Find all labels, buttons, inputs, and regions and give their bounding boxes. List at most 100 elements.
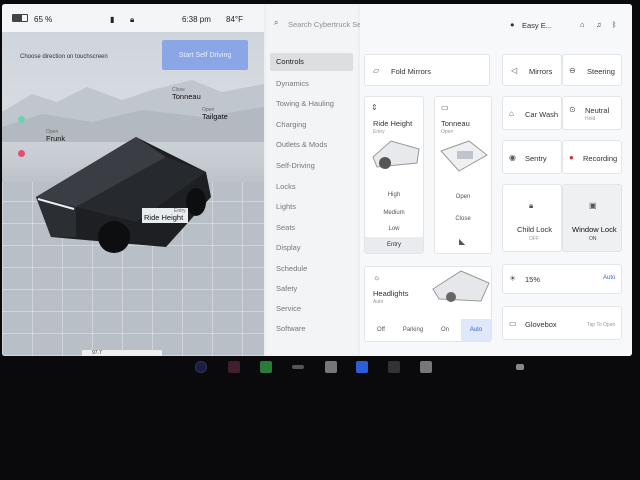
neutral-button[interactable]: ⊙ Neutral Hold [562,96,622,130]
home-icon: ⌂ [580,20,585,29]
touchscreen-hint: Choose direction on touchscreen [20,54,108,60]
tonneau-open[interactable]: Open [435,189,491,205]
window-lock-sub: ON [589,236,597,242]
fold-mirrors-button[interactable]: ▱ Fold Mirrors [364,54,490,86]
menu-item-lights[interactable]: Lights [276,202,296,211]
window-lock-icon: ▣ [589,201,597,210]
ride-height-card: ⇕ Ride Height Entry High Medium Low Entr… [364,96,424,254]
cybertruck-model[interactable] [16,127,242,257]
mirror-icon: ▱ [373,66,380,75]
menu-item-schedule[interactable]: Schedule [276,264,307,273]
car-wash-icon: ⌂ [509,109,514,118]
start-self-driving-button[interactable]: Start Self Driving [162,40,248,70]
menu-item-locks[interactable]: Locks [276,182,296,191]
status-bar: 65 % ▮ 🔒︎ 6:38 pm 84°F [2,4,264,32]
ride-height-control[interactable]: Entry Ride Height [142,208,188,224]
brightness-value: 15% [525,275,541,284]
headlights-truck-image [432,270,490,302]
tonneau-stop-icon[interactable]: ◣ [459,237,465,246]
phone-icon[interactable] [420,361,432,373]
steering-wheel-icon: ⊖ [569,66,576,75]
taskbar [0,356,640,380]
tailgate-control[interactable]: Open Tailgate [202,107,228,121]
headlights-off[interactable]: Off [365,319,397,341]
headlights-on[interactable]: On [429,319,461,341]
headlights-title: Headlights [373,289,409,298]
headlights-sub: Auto [373,299,384,305]
menu-item-seats[interactable]: Seats [276,223,295,232]
tonneau-close[interactable]: Close [435,211,491,227]
car-wash-button[interactable]: ⌂ Car Wash [502,96,562,130]
steering-button[interactable]: ⊖ Steering [562,54,622,86]
clock: 6:38 pm [182,15,211,24]
sentry-icon: ◉ [509,153,516,162]
manual-icon[interactable] [325,361,337,373]
steering-label: Steering [587,67,615,76]
vehicle-3d-view[interactable]: Choose direction on touchscreen Start Se… [2,32,264,356]
profile-name[interactable]: Easy E... [522,21,552,30]
mirrors-label: Mirrors [529,67,553,76]
headlights-card: ☼ Headlights Auto Off Parking On Auto [364,266,492,342]
tonneau-icon: ▭ [441,103,449,112]
ride-height-truck-image [372,140,420,169]
menu-item-charging[interactable]: Charging [276,120,306,129]
volume-icon[interactable] [516,364,524,370]
car-wash-label: Car Wash [525,110,559,119]
menu-item-display[interactable]: Display [276,243,301,252]
menu-item-software[interactable]: Software [276,324,306,333]
frunk-control[interactable]: Open Frunk [46,129,65,143]
tonneau-sub: Open [441,129,454,135]
media-icon[interactable] [388,361,400,373]
glovebox-icon: ▭ [509,319,517,328]
ride-height-medium[interactable]: Medium [365,205,423,221]
brightness-slider[interactable]: ☀ 15% Auto [502,264,622,294]
tonneau-title: Tonneau [441,119,470,128]
ride-height-high[interactable]: High [365,187,423,203]
bluetooth-app-icon[interactable] [356,361,368,373]
fold-mirrors-label: Fold Mirrors [391,67,432,76]
child-lock-sub: OFF [529,236,539,242]
tonneau-control[interactable]: Close Tonneau [172,87,201,102]
headlights-auto[interactable]: Auto [461,319,491,341]
more-icon[interactable] [292,365,304,369]
neutral-icon: ⊙ [569,105,576,114]
mirror-adjust-icon: ◁ [511,66,518,75]
recording-label: Recording [583,154,618,163]
sentry-label: Sentry [525,154,547,163]
battery-percent: 65 % [34,15,53,24]
menu-item-safety[interactable]: Safety [276,284,297,293]
glovebox-button[interactable]: ▭ Glovebox Tap To Open [502,306,622,340]
brightness-auto[interactable]: Auto [603,275,615,281]
child-lock-button[interactable]: 🔒︎ Child Lock OFF [502,184,562,252]
window-lock-button[interactable]: ▣ Window Lock ON [562,184,622,252]
vehicle-panel: 65 % ▮ 🔒︎ 6:38 pm 84°F Choose direction … [2,4,264,356]
touchscreen: 65 % ▮ 🔒︎ 6:38 pm 84°F Choose direction … [2,4,632,356]
glovebox-hint: Tap To Open [587,322,616,328]
neutral-sub: Hold [585,116,596,122]
menu-item-outlets-mods[interactable]: Outlets & Mods [276,140,327,149]
tonneau-truck-image [440,140,488,172]
menu-item-dynamics[interactable]: Dynamics [276,79,309,88]
tonneau-label: Tonneau [172,92,201,102]
sentry-button[interactable]: ◉ Sentry [502,140,562,174]
search-icon: ⌕ [274,18,279,27]
car-icon[interactable] [195,361,207,373]
key-icon: ▮ [110,15,115,24]
battery-icon [12,14,28,22]
dashcam-icon[interactable] [228,361,240,373]
menu-item-controls[interactable]: Controls [270,53,353,71]
profile-icon: ● [510,20,515,29]
energy-icon[interactable] [260,361,272,373]
ride-height-entry[interactable]: Entry [365,237,423,253]
headlights-parking[interactable]: Parking [397,319,429,341]
recording-button[interactable]: ● Recording [562,140,622,174]
brightness-icon: ☀ [509,274,517,283]
lock-icon: 🔒︎ [130,15,135,24]
ride-height-low[interactable]: Low [365,221,423,237]
menu-item-towing-hauling[interactable]: Towing & Hauling [276,99,334,108]
mirrors-button[interactable]: ◁ Mirrors [502,54,562,86]
controls-pane: ● Easy E... ⌂ ♫ ᛒ ▱ Fold Mirrors ◁ Mirro… [360,4,632,356]
ride-height-title: Ride Height [373,119,413,128]
menu-item-self-driving[interactable]: Self-Driving [276,161,315,170]
menu-item-service[interactable]: Service [276,304,301,313]
